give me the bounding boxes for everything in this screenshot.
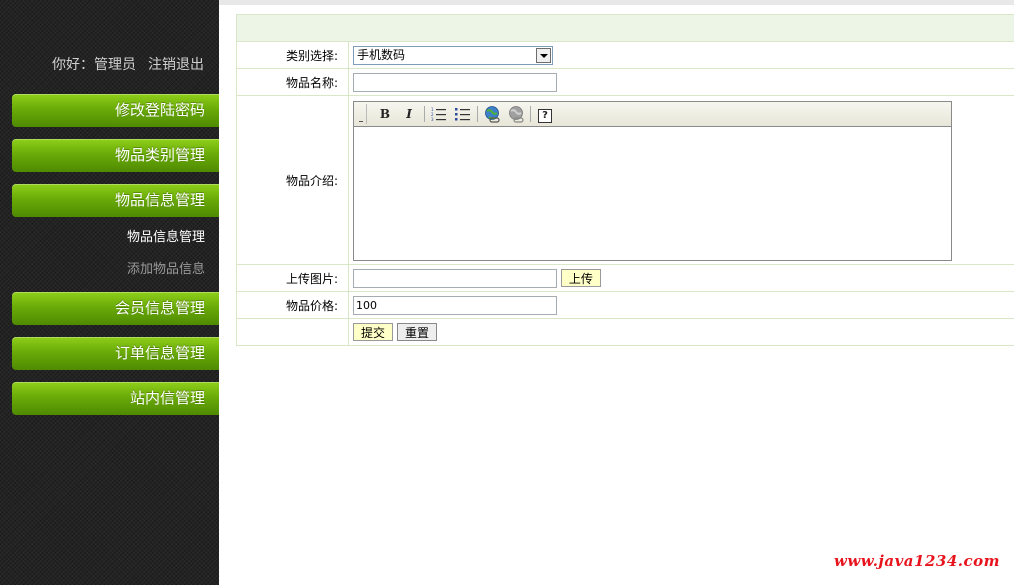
svg-text:3: 3 xyxy=(431,117,434,121)
watermark: www.java1234.com xyxy=(833,552,1000,570)
toolbar-separator xyxy=(424,106,425,122)
upload-button[interactable]: 上传 xyxy=(560,269,601,287)
insert-link-icon[interactable] xyxy=(483,105,501,123)
editor-content-area[interactable] xyxy=(354,128,951,260)
menu-item-info-management[interactable]: 物品信息管理 xyxy=(12,184,219,217)
menu-member-management[interactable]: 会员信息管理 xyxy=(12,292,219,325)
price-row: 物品价格: xyxy=(236,291,1014,319)
item-name-label: 物品名称: xyxy=(236,68,349,96)
upload-image-path-input[interactable] xyxy=(353,268,557,288)
logout-link[interactable]: 注销退出 xyxy=(148,57,204,73)
toolbar-separator xyxy=(477,106,478,122)
add-item-form: 类别选择: 手机数码 物品名称: 物品介绍: B I 1 2 3 ? 上传图片:… xyxy=(236,14,1014,346)
category-row: 类别选择: 手机数码 xyxy=(236,41,1014,69)
top-border xyxy=(219,0,1014,5)
submenu-item-info-management[interactable]: 物品信息管理 xyxy=(127,226,205,245)
item-name-input[interactable] xyxy=(353,72,557,92)
bold-icon[interactable]: B xyxy=(376,105,394,123)
submenu-add-item-info[interactable]: 添加物品信息 xyxy=(127,258,205,277)
rich-text-editor: B I 1 2 3 ? xyxy=(353,101,952,261)
price-input[interactable] xyxy=(353,295,557,315)
category-label: 类别选择: xyxy=(236,41,349,69)
toolbar-handle-icon xyxy=(355,104,367,124)
editor-toolbar: B I 1 2 3 ? xyxy=(354,102,951,127)
item-name-row: 物品名称: xyxy=(236,68,1014,96)
menu-message-management[interactable]: 站内信管理 xyxy=(12,382,219,415)
unlink-icon[interactable] xyxy=(507,105,525,123)
upload-image-label: 上传图片: xyxy=(236,264,349,292)
item-intro-label: 物品介绍: xyxy=(236,95,349,265)
ordered-list-icon[interactable]: 1 2 3 xyxy=(430,105,448,123)
menu-change-password[interactable]: 修改登陆密码 xyxy=(12,94,219,127)
bullet-list-icon[interactable] xyxy=(454,105,472,123)
italic-icon[interactable]: I xyxy=(400,105,418,123)
help-icon[interactable]: ? xyxy=(536,105,554,123)
greeting-text: 你好：管理员 xyxy=(52,57,136,73)
user-greeting: 你好：管理员 注销退出 xyxy=(52,54,204,74)
reset-button[interactable]: 重置 xyxy=(397,323,438,341)
upload-image-row: 上传图片: 上传 xyxy=(236,264,1014,292)
chevron-down-icon[interactable] xyxy=(536,47,551,63)
sidebar: 你好：管理员 注销退出 修改登陆密码 物品类别管理 物品信息管理 物品信息管理 添… xyxy=(0,0,219,585)
category-selected-value: 手机数码 xyxy=(357,47,406,62)
menu-order-management[interactable]: 订单信息管理 xyxy=(12,337,219,370)
price-label: 物品价格: xyxy=(236,291,349,319)
help-icon-glyph: ? xyxy=(538,109,552,123)
submit-button[interactable]: 提交 xyxy=(353,323,394,341)
category-select[interactable]: 手机数码 xyxy=(353,45,553,65)
menu-category-management[interactable]: 物品类别管理 xyxy=(12,139,219,172)
item-intro-row: 物品介绍: B I 1 2 3 ? xyxy=(236,95,1014,265)
toolbar-separator xyxy=(530,106,531,122)
form-header-row xyxy=(236,14,1014,42)
form-actions-row: 提交 重置 xyxy=(236,318,1014,346)
